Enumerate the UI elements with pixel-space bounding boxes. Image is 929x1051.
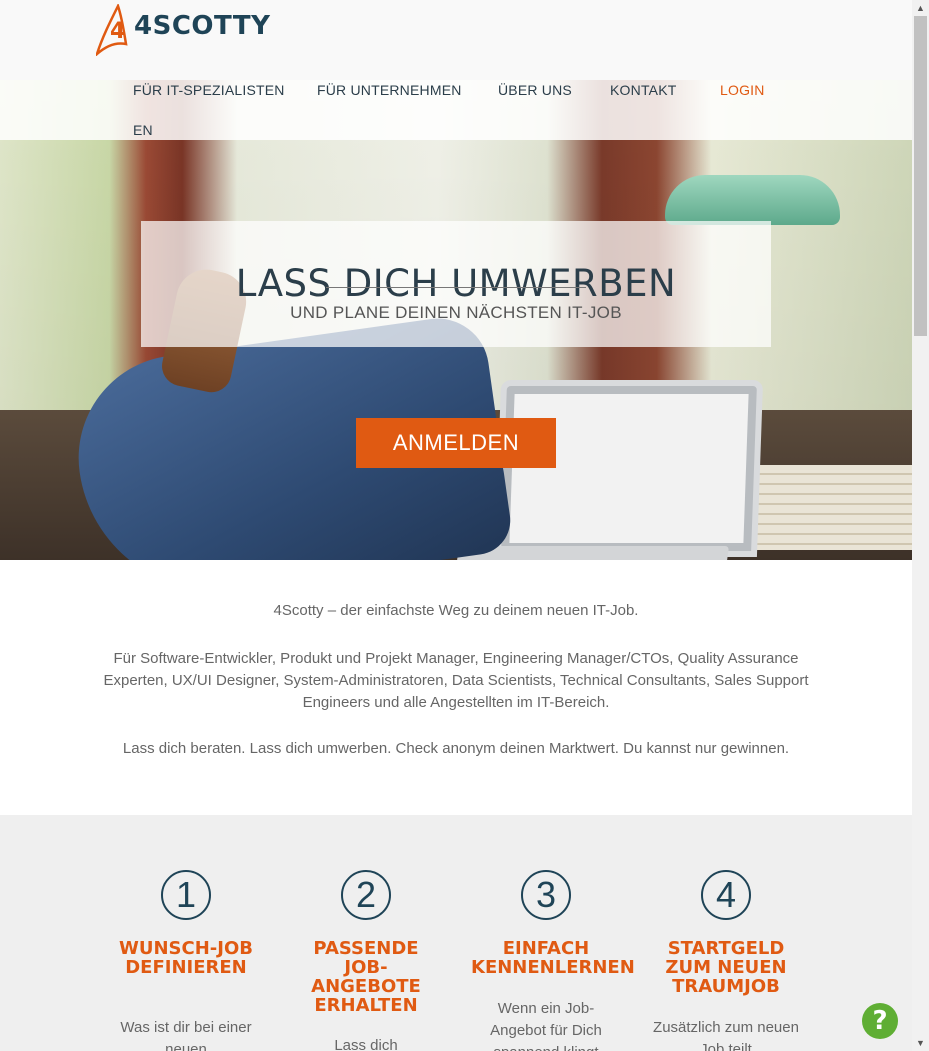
step-text: Zusätzlich zum neuen Job teilt bbox=[653, 1019, 799, 1051]
nav-language-en[interactable]: EN bbox=[133, 122, 153, 138]
nav-ueber-uns[interactable]: ÜBER UNS bbox=[498, 82, 572, 98]
hero-headline-box: LASS DICH UMWERBEN UND PLANE DEINEN NÄCH… bbox=[141, 221, 771, 347]
step-number-circle: 3 bbox=[521, 870, 571, 920]
header: 4 4SCOTTY bbox=[0, 0, 912, 80]
step-title: STARTGELD ZUM NEUEN TRAUMJOB bbox=[665, 938, 787, 997]
intro-target-groups: Für Software-Entwickler, Produkt und Pro… bbox=[103, 650, 809, 711]
step-title: EINFACH KENNENLERNEN bbox=[471, 938, 635, 978]
svg-text:4: 4 bbox=[110, 19, 125, 44]
question-mark-icon: ? bbox=[872, 1006, 888, 1036]
scroll-down-arrow-icon[interactable]: ▼ bbox=[912, 1035, 929, 1051]
lamp-illustration bbox=[665, 175, 840, 225]
nav-login[interactable]: LOGIN bbox=[720, 82, 765, 98]
hero-subtitle: UND PLANE DEINEN NÄCHSTEN IT-JOB bbox=[290, 303, 622, 322]
books-illustration bbox=[752, 465, 912, 550]
step-number-circle: 4 bbox=[701, 870, 751, 920]
logo[interactable]: 4 4SCOTTY bbox=[96, 4, 270, 56]
intro-section: 4Scotty – der einfachste Weg zu deinem n… bbox=[0, 560, 912, 815]
step-title: PASSENDE JOB-ANGEBOTE ERHALTEN bbox=[311, 938, 421, 1016]
scroll-up-arrow-icon[interactable]: ▲ bbox=[912, 0, 929, 16]
hero-divider bbox=[326, 287, 586, 288]
help-chat-button[interactable]: ? bbox=[862, 1003, 898, 1039]
signup-button[interactable]: ANMELDEN bbox=[356, 418, 556, 468]
step-text: Was ist dir bei einer neuen bbox=[120, 1019, 252, 1051]
intro-tagline: 4Scotty – der einfachste Weg zu deinem n… bbox=[273, 602, 639, 619]
step-text: Wenn ein Job-Angebot für Dich spannend k… bbox=[490, 1000, 602, 1051]
step-number-circle: 2 bbox=[341, 870, 391, 920]
nav-unternehmen[interactable]: FÜR UNTERNEHMEN bbox=[317, 82, 462, 98]
laptop-illustration bbox=[494, 380, 764, 557]
scrollbar-thumb[interactable] bbox=[914, 16, 927, 336]
nav-kontakt[interactable]: KONTAKT bbox=[610, 82, 676, 98]
vertical-scrollbar[interactable]: ▲ ▼ bbox=[912, 0, 929, 1051]
page: 4 4SCOTTY FÜR IT-SPEZIALISTEN FÜR UNTERN… bbox=[0, 0, 912, 1051]
logo-wordmark: 4SCOTTY bbox=[134, 11, 271, 41]
step-number-circle: 1 bbox=[161, 870, 211, 920]
main-nav: FÜR IT-SPEZIALISTEN FÜR UNTERNEHMEN ÜBER… bbox=[0, 80, 912, 140]
steps-section: 1 WUNSCH-JOB DEFINIEREN Was ist dir bei … bbox=[0, 815, 912, 1051]
nav-it-spezialisten[interactable]: FÜR IT-SPEZIALISTEN bbox=[133, 82, 285, 98]
intro-call-to-action: Lass dich beraten. Lass dich umwerben. C… bbox=[122, 740, 790, 757]
step-text: Lass dich bbox=[334, 1037, 398, 1051]
hero-title: LASS DICH UMWERBEN bbox=[235, 261, 677, 305]
logo-icon: 4 bbox=[96, 4, 128, 56]
step-title: WUNSCH-JOB DEFINIEREN bbox=[119, 938, 253, 978]
